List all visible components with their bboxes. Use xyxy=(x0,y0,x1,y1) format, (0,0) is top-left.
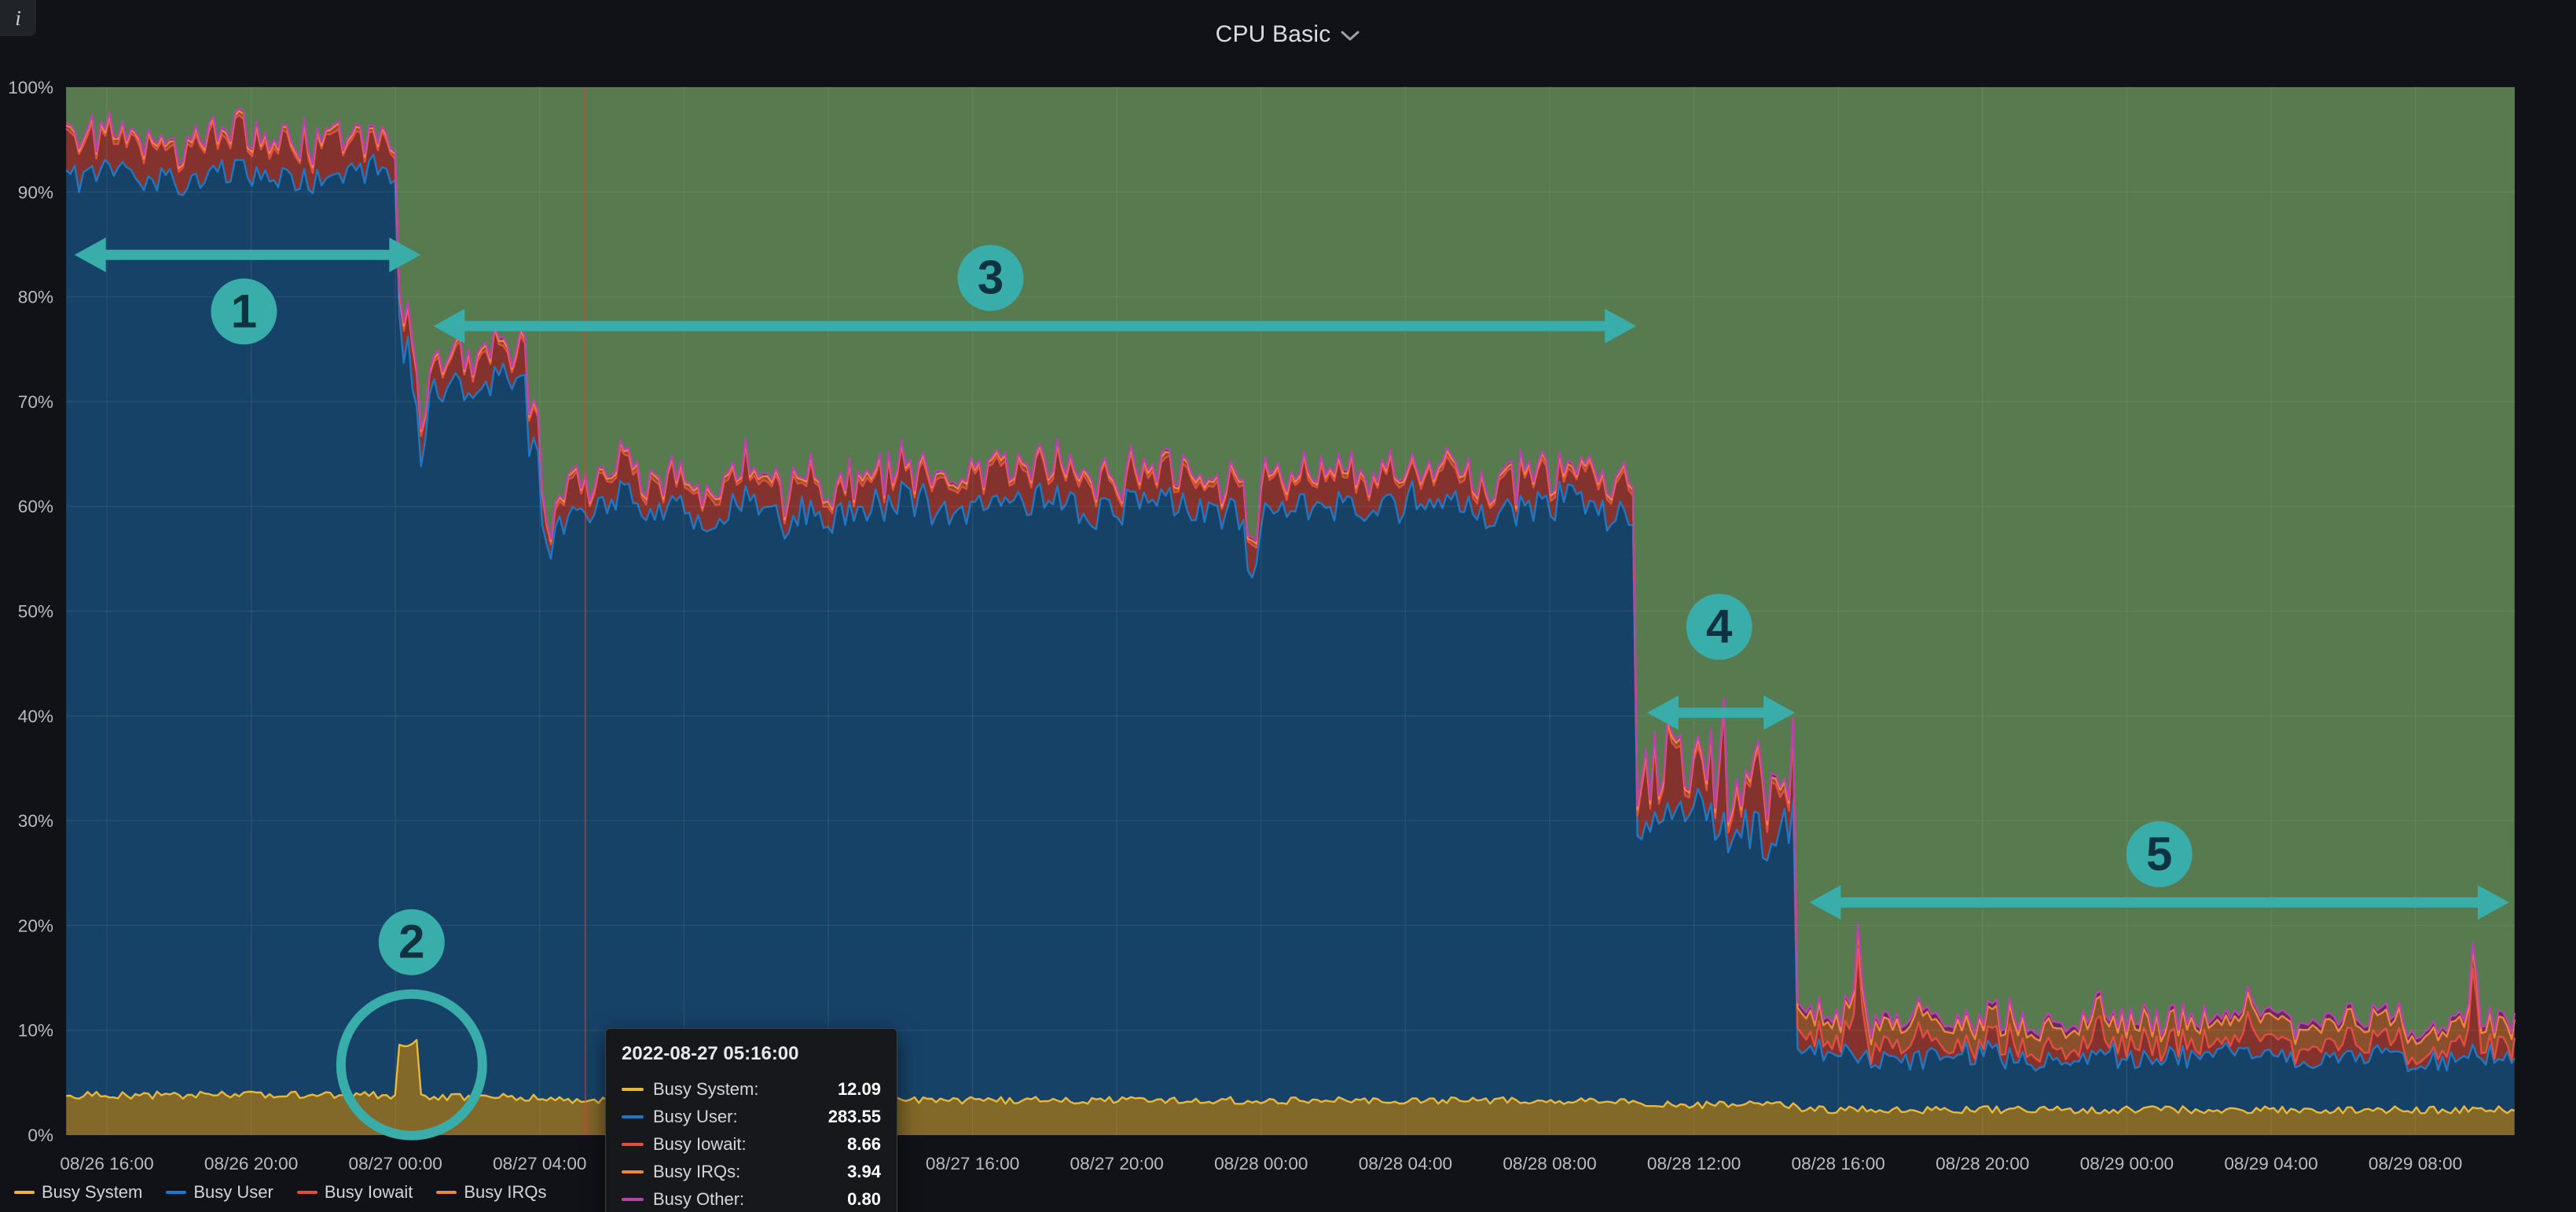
chart-tooltip: 2022-08-27 05:16:00 Busy System:12.09Bus… xyxy=(605,1028,897,1212)
legend-label: Busy User xyxy=(193,1182,273,1203)
legend-label: Busy System xyxy=(42,1182,142,1203)
series-color-dash xyxy=(622,1088,644,1091)
tooltip-series-value: 3.94 xyxy=(828,1162,881,1182)
tooltip-series-label: Busy User: xyxy=(653,1107,738,1127)
panel-title: CPU Basic xyxy=(1216,21,1331,48)
series-color-dash xyxy=(622,1198,644,1201)
x-axis-label: 08/28 04:00 xyxy=(1359,1154,1452,1173)
x-axis-label: 08/27 04:00 xyxy=(493,1154,586,1173)
annotation-number: 3 xyxy=(978,252,1004,304)
tooltip-series-value: 12.09 xyxy=(819,1079,881,1100)
legend-item-busy-user[interactable]: Busy User xyxy=(166,1182,273,1203)
tooltip-series-label: Busy Iowait: xyxy=(653,1134,747,1155)
chevron-down-icon xyxy=(1340,30,1360,42)
tooltip-timestamp: 2022-08-27 05:16:00 xyxy=(622,1043,881,1065)
legend-label: Busy IRQs xyxy=(464,1182,546,1203)
y-axis-label: 10% xyxy=(18,1021,53,1041)
legend-label: Busy Iowait xyxy=(325,1182,413,1203)
panel-title-menu[interactable]: CPU Basic xyxy=(1216,21,1361,48)
y-axis-label: 0% xyxy=(28,1126,53,1145)
y-axis-label: 40% xyxy=(18,707,53,726)
tooltip-row: Busy Iowait: 8.66 xyxy=(622,1130,881,1158)
tooltip-series-value: 283.55 xyxy=(809,1107,881,1127)
annotation-number: 2 xyxy=(398,916,424,968)
legend-series-dash xyxy=(297,1191,317,1194)
x-axis-label: 08/28 16:00 xyxy=(1792,1154,1885,1173)
x-axis-label: 08/29 04:00 xyxy=(2224,1154,2317,1173)
x-axis-label: 08/27 16:00 xyxy=(926,1154,1019,1173)
x-axis-label: 08/27 20:00 xyxy=(1070,1154,1164,1173)
tooltip-row: Busy System: 12.09 xyxy=(622,1075,881,1103)
tooltip-series-value: 0.80 xyxy=(828,1189,881,1210)
y-axis-label: 20% xyxy=(18,916,53,935)
tooltip-row: Busy Other: 0.80 xyxy=(622,1185,881,1212)
annotation-number: 4 xyxy=(1706,600,1733,652)
series-color-dash xyxy=(622,1170,644,1173)
x-axis-label: 08/28 20:00 xyxy=(1936,1154,2029,1173)
series-color-dash xyxy=(622,1143,644,1146)
legend-series-dash xyxy=(14,1191,35,1194)
legend-series-dash xyxy=(166,1191,186,1194)
x-axis-label: 08/28 12:00 xyxy=(1647,1154,1741,1173)
annotation-number: 5 xyxy=(2146,828,2172,880)
series-color-dash xyxy=(622,1115,644,1118)
panel-header: CPU Basic xyxy=(0,0,2576,69)
x-axis-label: 08/27 00:00 xyxy=(349,1154,442,1173)
x-axis-label: 08/28 00:00 xyxy=(1214,1154,1308,1173)
tooltip-series-label: Busy IRQs: xyxy=(653,1162,740,1182)
y-axis-label: 90% xyxy=(18,182,53,202)
legend-series-dash xyxy=(436,1191,457,1194)
legend-item-busy-system[interactable]: Busy System xyxy=(14,1182,142,1203)
x-axis-label: 08/29 00:00 xyxy=(2080,1154,2174,1173)
legend: Busy System Busy User Busy Iowait Busy IRQs xyxy=(14,1182,547,1203)
legend-item-busy-iowait[interactable]: Busy Iowait xyxy=(297,1182,413,1203)
tooltip-row: Busy User: 283.55 xyxy=(622,1103,881,1130)
panel-info-corner[interactable]: i xyxy=(0,0,36,36)
y-axis-label: 60% xyxy=(18,497,53,516)
x-axis-label: 08/29 08:00 xyxy=(2369,1154,2462,1173)
info-icon: i xyxy=(15,6,21,31)
grafana-panel: i CPU Basic 0% 10% 20% 30% 40% 50% 60% 70% 80% 90… xyxy=(0,0,2576,1212)
tooltip-rows: Busy System: 12.09 Busy User: 283.55 Busy Io… xyxy=(622,1075,881,1212)
tooltip-series-label: Busy Other: xyxy=(653,1189,744,1210)
y-axis-label: 70% xyxy=(18,392,53,412)
tooltip-series-label: Busy System: xyxy=(653,1079,758,1100)
y-axis-label: 50% xyxy=(18,602,53,622)
x-axis-label: 08/26 16:00 xyxy=(60,1154,153,1173)
cpu-usage-chart[interactable]: 0% 10% 20% 30% 40% 50% 60% 70% 80% 90% 100% 08/26 1… xyxy=(0,0,2576,1212)
legend-item-busy-irqs[interactable]: Busy IRQs xyxy=(436,1182,546,1203)
annotation-number: 1 xyxy=(231,285,257,337)
y-axis-label: 30% xyxy=(18,811,53,831)
y-axis-label: 80% xyxy=(18,288,53,307)
x-axis-label: 08/26 20:00 xyxy=(204,1154,298,1173)
y-axis-label: 100% xyxy=(8,78,53,97)
tooltip-row: Busy IRQs: 3.94 xyxy=(622,1158,881,1185)
x-axis-label: 08/28 08:00 xyxy=(1503,1154,1596,1173)
tooltip-series-value: 8.66 xyxy=(828,1134,881,1155)
